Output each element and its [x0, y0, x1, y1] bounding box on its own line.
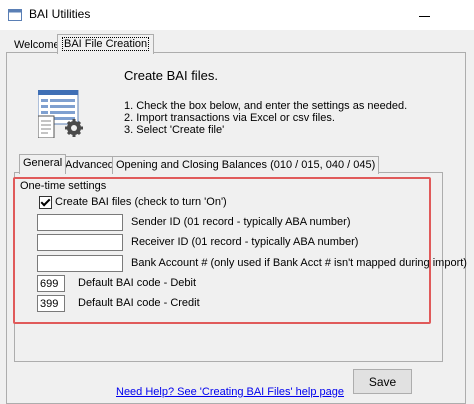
instruction-step-3: 3. Select 'Create file' — [124, 124, 225, 136]
bank-account-input[interactable] — [37, 255, 123, 272]
create-bai-label: Create BAI files (check to turn 'On') — [55, 196, 227, 208]
receiver-id-input[interactable] — [37, 234, 123, 251]
tab-opening-closing-balances[interactable]: Opening and Closing Balances (010 / 015,… — [112, 156, 380, 174]
tab-general[interactable]: General — [19, 154, 67, 174]
tab-advanced[interactable]: Advanced — [61, 156, 118, 174]
window-title: BAI Utilities — [29, 7, 91, 21]
tab-bai-file-creation-label: BAI File Creation — [62, 37, 150, 51]
save-button[interactable]: Save — [353, 369, 412, 394]
page-heading: Create BAI files. — [124, 68, 218, 83]
sender-id-input[interactable] — [37, 214, 123, 231]
bank-account-label: Bank Account # (only used if Bank Acct #… — [131, 257, 467, 269]
title-bar: BAI Utilities — [0, 0, 474, 30]
credit-code-label: Default BAI code - Credit — [78, 297, 200, 309]
tab-bai-file-creation[interactable]: BAI File Creation — [57, 34, 155, 54]
group-label-one-time-settings: One-time settings — [20, 180, 109, 192]
instruction-step-2: 2. Import transactions via Excel or csv … — [124, 112, 335, 124]
create-bai-checkbox[interactable] — [39, 196, 52, 209]
receiver-id-label: Receiver ID (01 record - typically ABA n… — [131, 236, 359, 248]
app-icon — [8, 9, 22, 21]
sender-id-label: Sender ID (01 record - typically ABA num… — [131, 216, 351, 228]
tab-welcome[interactable]: Welcome — [10, 38, 64, 53]
instruction-step-1: 1. Check the box below, and enter the se… — [124, 100, 408, 112]
credit-code-input[interactable] — [37, 295, 65, 312]
minimize-button[interactable] — [405, 0, 445, 30]
debit-code-label: Default BAI code - Debit — [78, 277, 197, 289]
debit-code-input[interactable] — [37, 275, 65, 292]
help-link[interactable]: Need Help? See 'Creating BAI Files' help… — [116, 386, 344, 398]
document-table-gear-icon — [38, 90, 83, 138]
